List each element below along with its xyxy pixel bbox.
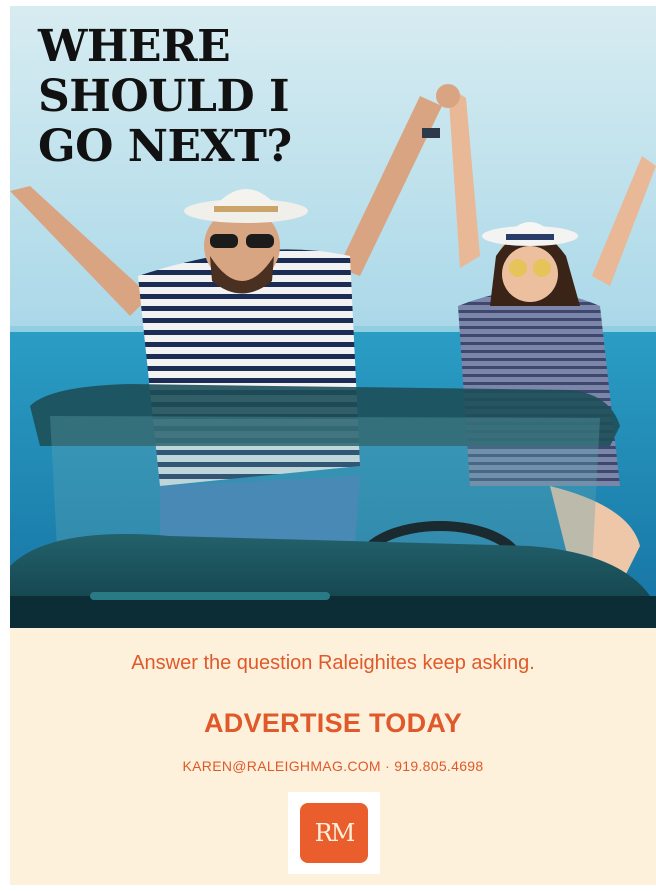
logo-frame: RM <box>288 792 380 874</box>
headline: WHERE SHOULD I GO NEXT? <box>38 22 292 172</box>
hero-photo: WHERE SHOULD I GO NEXT? <box>10 6 656 628</box>
ad-footer: Answer the question Raleighites keep ask… <box>10 628 656 885</box>
advertise-cta[interactable]: ADVERTISE TODAY <box>10 708 656 739</box>
contact-info[interactable]: KAREN@RALEIGHMAG.COM · 919.805.4698 <box>10 758 656 774</box>
raleigh-magazine-logo[interactable]: RM <box>300 803 368 863</box>
logo-text: RM <box>314 819 356 847</box>
tagline: Answer the question Raleighites keep ask… <box>131 652 535 674</box>
headline-line-2: SHOULD I <box>38 71 290 122</box>
advertisement: WHERE SHOULD I GO NEXT? Answer the quest… <box>10 6 656 885</box>
headline-line-3: GO NEXT? <box>38 121 292 172</box>
headline-line-1: WHERE <box>38 21 231 72</box>
